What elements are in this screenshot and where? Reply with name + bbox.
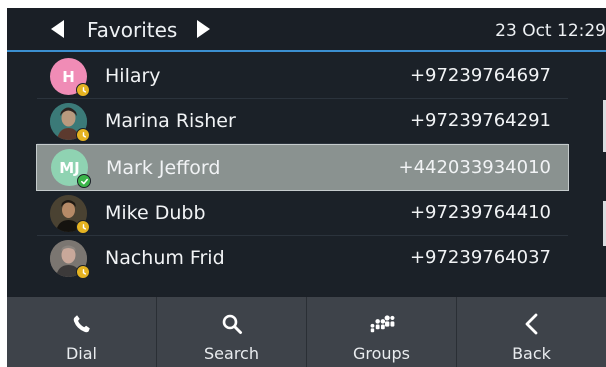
avatar	[50, 240, 90, 279]
next-page-arrow-icon[interactable]	[197, 20, 210, 38]
phone-screen: Favorites 23 Oct 12:29 H Hilary +9723976…	[7, 8, 606, 367]
softkey-bar: Dial Search Groups Back	[7, 297, 606, 367]
avatar: MJ	[51, 149, 91, 188]
date-time: 23 Oct 12:29	[495, 21, 606, 41]
contact-row[interactable]: Marina Risher +97239764291	[37, 99, 568, 144]
softkey-label: Search	[204, 344, 259, 363]
away-status-icon	[76, 220, 90, 234]
groups-icon	[369, 311, 395, 337]
contact-name: Mark Jefford	[106, 157, 221, 179]
back-softkey[interactable]: Back	[457, 297, 606, 367]
phone-icon	[69, 311, 95, 337]
avatar: H	[50, 58, 90, 97]
softkey-label: Dial	[65, 344, 97, 363]
away-status-icon	[76, 83, 90, 97]
contact-number: +97239764291	[409, 110, 551, 131]
search-softkey[interactable]: Search	[157, 297, 307, 367]
favorites-list: H Hilary +97239764697 Marina Risher +972…	[7, 54, 606, 296]
softkey-label: Groups	[352, 344, 411, 363]
page-title: Favorites	[87, 18, 178, 42]
contact-number: +97239764697	[409, 65, 551, 86]
search-icon	[219, 311, 245, 337]
header-bar: Favorites 23 Oct 12:29	[7, 8, 606, 52]
contact-number: +97239764037	[409, 247, 551, 268]
contact-name: Marina Risher	[105, 110, 236, 132]
away-status-icon	[76, 128, 90, 142]
online-status-icon	[77, 174, 91, 188]
contact-row[interactable]: Nachum Frid +97239764037	[37, 236, 568, 281]
groups-softkey[interactable]: Groups	[307, 297, 457, 367]
softkey-label: Back	[512, 344, 551, 363]
avatar	[50, 195, 90, 234]
contact-number: +442033934010	[398, 157, 551, 178]
previous-page-arrow-icon[interactable]	[51, 20, 64, 38]
contact-name: Mike Dubb	[105, 202, 206, 224]
contact-row[interactable]: Mike Dubb +97239764410	[37, 191, 568, 236]
contact-name: Hilary	[105, 65, 161, 87]
back-icon	[519, 311, 545, 337]
contact-number: +97239764410	[409, 202, 551, 223]
contact-row[interactable]: H Hilary +97239764697	[37, 54, 568, 99]
dial-softkey[interactable]: Dial	[7, 297, 157, 367]
contact-name: Nachum Frid	[105, 247, 225, 269]
avatar	[50, 103, 90, 142]
away-status-icon	[76, 265, 90, 279]
contact-row-selected[interactable]: MJ Mark Jefford +442033934010	[36, 144, 569, 191]
